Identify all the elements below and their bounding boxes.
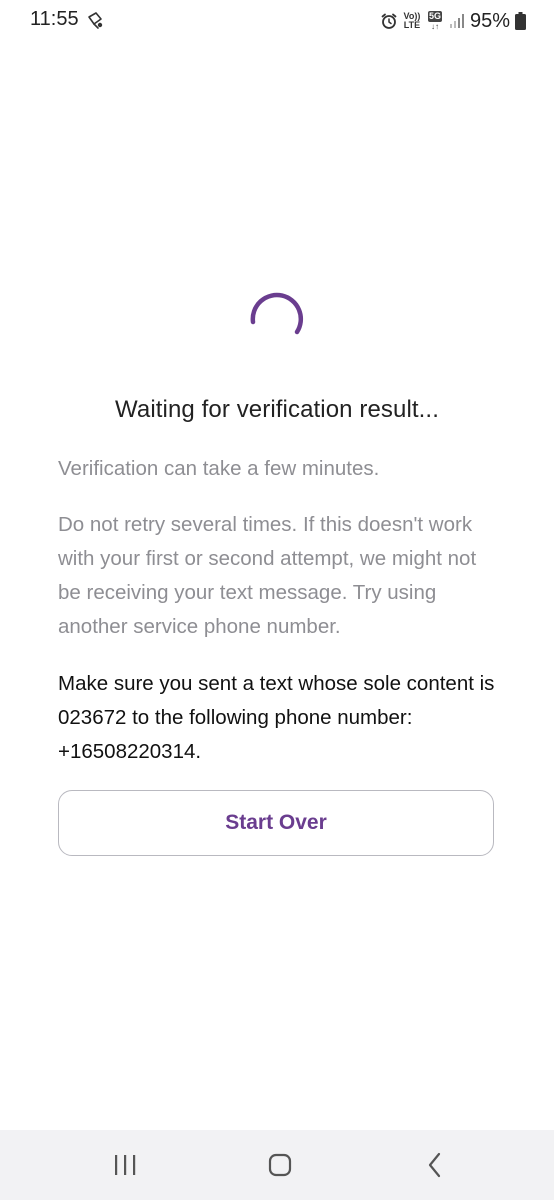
status-icons: Vo)) LTE 5G ↓↑ 95% — [380, 8, 526, 34]
battery-percent: 95% — [469, 9, 510, 32]
battery-icon — [515, 12, 526, 30]
info-paragraph-instructions: Make sure you sent a text whose sole con… — [58, 672, 495, 763]
recents-button[interactable] — [105, 1150, 145, 1180]
info-paragraph-retry: Do not retry several times. If this does… — [58, 513, 477, 638]
status-time: 11:55 — [30, 8, 79, 30]
back-button[interactable] — [415, 1150, 455, 1180]
start-over-button[interactable]: Start Over — [58, 790, 494, 856]
data-saver-icon — [88, 12, 103, 29]
status-bar: 11:55 Vo)) LTE 5G ↓↑ 95% — [0, 0, 554, 44]
recents-icon — [115, 1155, 136, 1175]
navigation-bar — [0, 1130, 554, 1200]
volte-icon: Vo)) LTE — [403, 12, 421, 30]
back-icon — [428, 1152, 441, 1178]
volte-line2: LTE — [403, 20, 421, 30]
info-paragraph-duration: Verification can take a few minutes. — [58, 457, 380, 480]
home-icon — [268, 1153, 292, 1177]
home-button[interactable] — [260, 1150, 300, 1180]
network-label: 5G — [427, 11, 442, 22]
network-arrows: ↓↑ — [430, 22, 439, 31]
alarm-icon — [381, 13, 397, 29]
signal-icon — [449, 14, 464, 28]
page-title: Waiting for verification result... — [115, 396, 439, 423]
loading-spinner-icon — [250, 292, 304, 335]
network-5g-icon: 5G ↓↑ — [426, 11, 444, 31]
